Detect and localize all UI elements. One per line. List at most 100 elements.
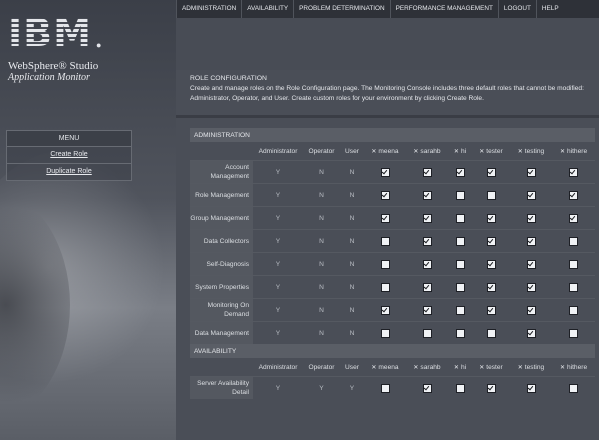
create-role-link[interactable]: Create Role [50,151,87,158]
permission-checkbox[interactable] [526,236,536,246]
permission-checkbox[interactable] [526,167,536,177]
permission-checkbox[interactable] [526,328,536,338]
permission-checkbox[interactable] [486,328,496,338]
permission-checkbox[interactable] [569,213,579,223]
permission-cell [510,183,552,207]
permission-cell [510,321,552,344]
permission-checkbox[interactable] [526,383,536,393]
delete-role-icon[interactable]: ✕ [413,364,418,371]
permission-cell [448,298,472,322]
permission-checkbox[interactable] [569,282,579,292]
permission-checkbox[interactable] [455,259,465,269]
permission-cell [364,229,406,253]
permission-checkbox[interactable] [380,259,390,269]
permission-checkbox[interactable] [486,259,496,269]
permission-checkbox[interactable] [486,383,496,393]
permission-checkbox[interactable] [380,236,390,246]
permission-checkbox[interactable] [569,236,579,246]
default-role-value: Y [253,252,303,276]
permission-checkbox[interactable] [422,259,432,269]
permission-checkbox[interactable] [455,328,465,338]
permission-checkbox[interactable] [422,167,432,177]
permission-checkbox[interactable] [380,383,390,393]
default-role-value: Y [253,321,303,344]
table-row: Group Management Y N N [190,206,596,230]
permission-checkbox[interactable] [526,259,536,269]
permission-checkbox[interactable] [486,213,496,223]
delete-role-icon[interactable]: ✕ [560,148,565,155]
permission-checkbox[interactable] [422,328,432,338]
nav-item-help[interactable]: HELP [535,0,564,18]
permission-checkbox[interactable] [380,328,390,338]
delete-role-icon[interactable]: ✕ [371,148,376,155]
delete-role-icon[interactable]: ✕ [454,148,459,155]
permission-cell [552,206,596,230]
permission-checkbox[interactable] [526,282,536,292]
permission-checkbox[interactable] [486,305,496,315]
permission-cell [552,183,596,207]
delete-role-icon[interactable]: ✕ [518,148,523,155]
permission-checkbox[interactable] [455,190,465,200]
permission-checkbox[interactable] [569,383,579,393]
table-row: Data Management Y N N [190,321,596,344]
permission-checkbox[interactable] [380,282,390,292]
permission-checkbox[interactable] [455,236,465,246]
permission-checkbox[interactable] [569,190,579,200]
permission-checkbox[interactable] [380,213,390,223]
permission-cell [364,252,406,276]
permission-checkbox[interactable] [455,213,465,223]
permission-cell [510,252,552,276]
permission-checkbox[interactable] [380,167,390,177]
permission-checkbox[interactable] [455,383,465,393]
delete-role-icon[interactable]: ✕ [413,148,418,155]
nav-item-performance-management[interactable]: PERFORMANCE MANAGEMENT [389,0,498,18]
permission-cell [510,298,552,322]
permission-cell [472,376,510,399]
permission-checkbox[interactable] [486,236,496,246]
menu-header: MENU [6,130,132,147]
delete-role-icon[interactable]: ✕ [479,364,484,371]
permission-checkbox[interactable] [569,328,579,338]
default-role-value: Y [253,376,303,399]
section-header: ADMINISTRATION [190,128,596,142]
menu-item-create-role[interactable]: Create Role [6,147,132,164]
permission-checkbox[interactable] [455,167,465,177]
permission-checkbox[interactable] [526,213,536,223]
delete-role-icon[interactable]: ✕ [560,364,565,371]
permission-checkbox[interactable] [422,305,432,315]
permission-cell [364,206,406,230]
permission-checkbox[interactable] [569,259,579,269]
empty-header-cell [190,358,253,377]
permission-checkbox[interactable] [422,213,432,223]
permission-checkbox[interactable] [526,305,536,315]
permission-checkbox[interactable] [486,190,496,200]
permission-cell [364,321,406,344]
section-title: ADMINISTRATION [190,128,596,142]
duplicate-role-link[interactable]: Duplicate Role [46,168,92,175]
menu-item-duplicate-role[interactable]: Duplicate Role [6,164,132,181]
delete-role-icon[interactable]: ✕ [371,364,376,371]
nav-item-logout[interactable]: LOGOUT [497,0,536,18]
permission-checkbox[interactable] [422,190,432,200]
permission-checkbox[interactable] [455,305,465,315]
permission-checkbox[interactable] [526,190,536,200]
nav-item-administration[interactable]: ADMINISTRATION [176,0,241,18]
permission-checkbox[interactable] [486,282,496,292]
nav-item-problem-determination[interactable]: PROBLEM DETERMINATION [293,0,389,18]
section-header: AVAILABILITY [190,344,596,358]
permission-checkbox[interactable] [380,190,390,200]
delete-role-icon[interactable]: ✕ [518,364,523,371]
delete-role-icon[interactable]: ✕ [479,148,484,155]
permission-checkbox[interactable] [380,305,390,315]
permission-checkbox[interactable] [486,167,496,177]
delete-role-icon[interactable]: ✕ [454,364,459,371]
permission-checkbox[interactable] [422,383,432,393]
permission-cell [364,275,406,299]
permission-checkbox[interactable] [422,282,432,292]
permission-checkbox[interactable] [569,305,579,315]
permission-checkbox[interactable] [455,282,465,292]
nav-item-availability[interactable]: AVAILABILITY [241,0,293,18]
permission-cell [448,275,472,299]
permission-checkbox[interactable] [422,236,432,246]
permission-checkbox[interactable] [569,167,579,177]
